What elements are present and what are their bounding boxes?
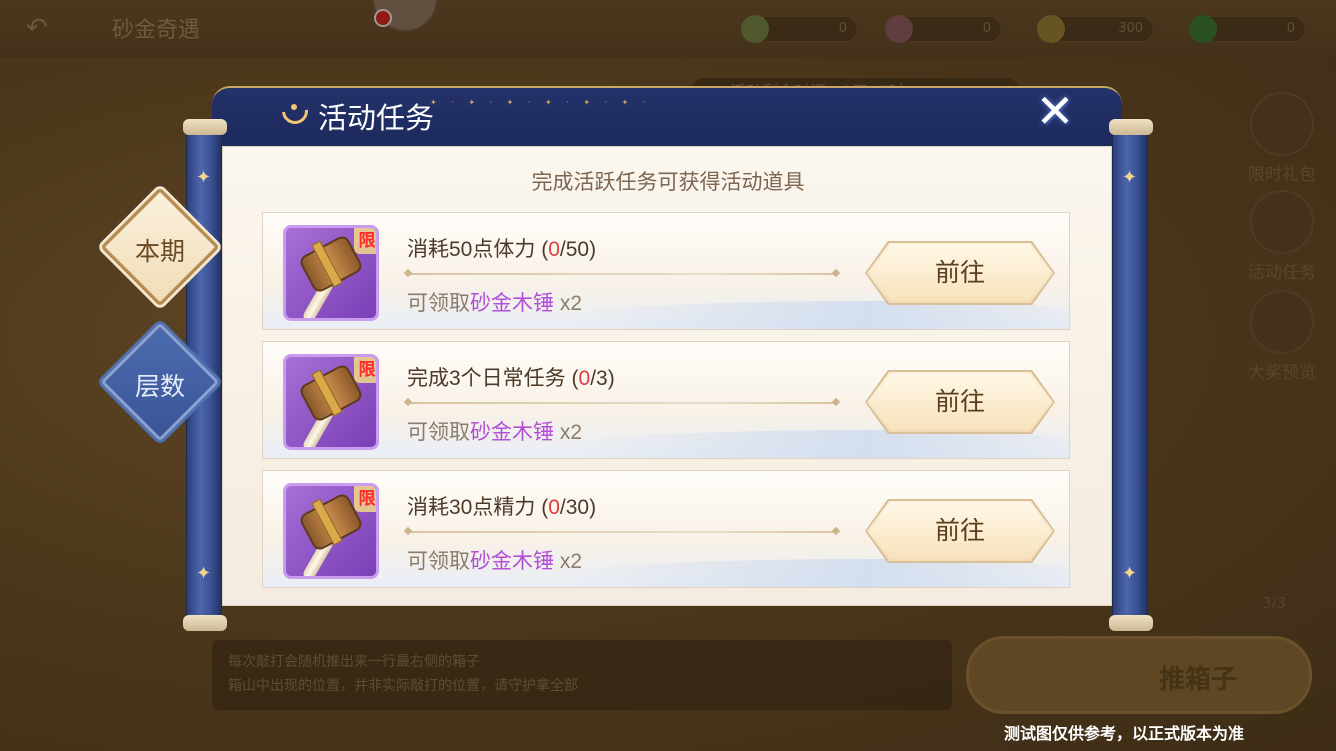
rod-cap bbox=[1109, 615, 1153, 631]
dialog-title: 活动任务 bbox=[318, 103, 435, 135]
go-button[interactable]: 前往 bbox=[867, 243, 1053, 303]
task-desc: 消耗50点体力 ( bbox=[407, 238, 549, 261]
task-title: 完成3个日常任务 (0/3) bbox=[407, 362, 615, 392]
dialog-subtitle: 完成活跃任务可获得活动道具 bbox=[531, 171, 805, 194]
reward-quantity: x2 bbox=[554, 292, 583, 315]
go-button[interactable]: 前往 bbox=[867, 372, 1053, 432]
task-progress-total: /30) bbox=[559, 496, 597, 519]
close-icon[interactable]: ✕ bbox=[1030, 88, 1080, 134]
reward-item-name: 砂金木锤 bbox=[470, 292, 554, 315]
task-row: 限 消耗50点体力 (0/50) 可领取砂金木锤 x2 前往 bbox=[262, 212, 1071, 330]
sparkle-icon: ✦ bbox=[196, 563, 212, 584]
task-row: 限 完成3个日常任务 (0/3) 可领取砂金木锤 x2 前往 bbox=[262, 341, 1071, 459]
limited-badge: 限 bbox=[354, 228, 376, 254]
disclaimer-text: 测试图仅供参考，以正式版本为准 bbox=[1003, 726, 1244, 743]
reward-label: 可领取 bbox=[407, 550, 470, 573]
task-progress-current: 0 bbox=[578, 367, 591, 390]
tab-label[interactable]: 层数 bbox=[100, 367, 220, 403]
reward-quantity: x2 bbox=[554, 421, 583, 444]
rod-cap bbox=[183, 119, 227, 135]
task-reward: 可领取砂金木锤 x2 bbox=[407, 545, 582, 575]
rod-cap bbox=[183, 615, 227, 631]
hammer-item-icon[interactable]: 限 bbox=[283, 354, 379, 450]
reward-item-name: 砂金木锤 bbox=[470, 550, 554, 573]
task-divider bbox=[407, 402, 837, 404]
task-progress-current: 0 bbox=[548, 496, 560, 519]
task-reward: 可领取砂金木锤 x2 bbox=[407, 287, 582, 317]
hammer-item-icon[interactable]: 限 bbox=[283, 483, 379, 579]
task-progress-current: 0 bbox=[548, 238, 560, 261]
sparkle-icon: ✦ bbox=[1122, 563, 1138, 584]
go-button-label[interactable]: 前往 bbox=[867, 372, 1053, 432]
tab-label[interactable]: 本期 bbox=[100, 232, 220, 268]
decor-wave bbox=[563, 301, 1071, 329]
task-progress-total: /50) bbox=[559, 238, 597, 261]
task-divider bbox=[407, 273, 837, 275]
task-title: 消耗50点体力 (0/50) bbox=[407, 233, 596, 263]
scroll-rod-right: ✦ ✦ bbox=[1109, 119, 1153, 631]
decor-wave bbox=[563, 430, 1071, 458]
moon-dot bbox=[291, 104, 297, 110]
go-button[interactable]: 前往 bbox=[867, 501, 1053, 561]
task-desc: 完成3个日常任务 ( bbox=[407, 367, 579, 390]
reward-item-name: 砂金木锤 bbox=[470, 421, 554, 444]
hammer-item-icon[interactable]: 限 bbox=[283, 225, 379, 321]
task-title: 消耗30点精力 (0/30) bbox=[407, 491, 596, 521]
task-divider bbox=[407, 531, 837, 533]
go-button-label[interactable]: 前往 bbox=[867, 243, 1053, 303]
limited-badge: 限 bbox=[354, 486, 376, 512]
limited-badge: 限 bbox=[354, 357, 376, 383]
decor-wave bbox=[563, 559, 1071, 587]
reward-quantity: x2 bbox=[554, 550, 583, 573]
task-progress-total: /3) bbox=[590, 367, 615, 390]
task-row: 限 消耗30点精力 (0/30) 可领取砂金木锤 x2 前往 bbox=[262, 470, 1071, 588]
header-ornament: ✦ · ✦ · ✦ · ✦ · ✦ · ✦ · ✦ · ✦ bbox=[430, 98, 650, 107]
rod-cap bbox=[1109, 119, 1153, 135]
reward-label: 可领取 bbox=[407, 292, 470, 315]
go-button-label[interactable]: 前往 bbox=[867, 501, 1053, 561]
task-desc: 消耗30点精力 ( bbox=[407, 496, 549, 519]
task-reward: 可领取砂金木锤 x2 bbox=[407, 416, 582, 446]
reward-label: 可领取 bbox=[407, 421, 470, 444]
